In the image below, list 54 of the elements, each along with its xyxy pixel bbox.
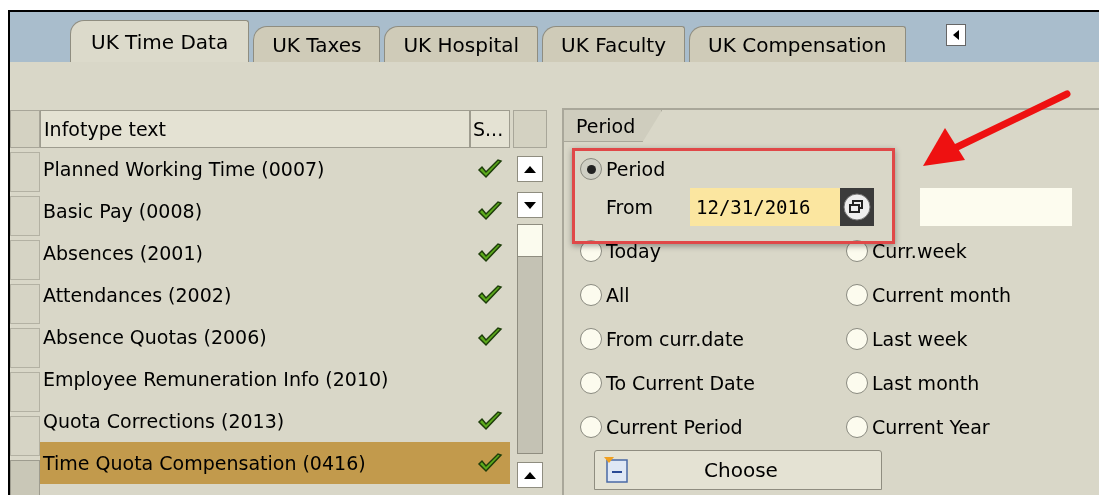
- window-icon: [842, 192, 872, 222]
- field-label: From: [606, 194, 655, 220]
- tab[interactable]: UK Time Data: [70, 20, 250, 62]
- radio-option[interactable]: Current Year: [846, 412, 1099, 442]
- selected-table-row[interactable]: Time Quota Compensation (0416): [40, 442, 510, 484]
- radio-option[interactable]: From curr.date: [580, 324, 846, 354]
- radio-option[interactable]: Last month: [846, 368, 1099, 398]
- filter-list-icon: [603, 456, 631, 484]
- scroll-down-button[interactable]: [517, 192, 543, 218]
- row-selector[interactable]: [10, 152, 40, 192]
- tab[interactable]: UK Hospital: [384, 26, 539, 62]
- radio-option[interactable]: Current month: [846, 280, 1099, 310]
- tab[interactable]: UK Faculty: [542, 26, 686, 62]
- tab[interactable]: UK Taxes: [253, 26, 381, 62]
- choose-button[interactable]: Choose: [594, 450, 882, 490]
- row-selector[interactable]: [10, 460, 40, 495]
- table-cell-text: Quota Corrections (2013): [42, 408, 286, 434]
- row-selector[interactable]: [10, 372, 40, 412]
- radio-option[interactable]: To Current Date: [580, 368, 846, 398]
- group-title: Period: [564, 110, 663, 142]
- scroll-left-button[interactable]: [945, 24, 966, 46]
- table-cell-text: Absences (2001): [42, 240, 204, 266]
- row-selector[interactable]: [10, 240, 40, 280]
- table-cell-text: Time Quota Compensation (0416): [42, 450, 367, 476]
- up-triangle-icon: [524, 165, 536, 173]
- down-triangle-icon: [524, 201, 536, 209]
- table-cell-text: Employee Remuneration Info (2010): [42, 366, 390, 392]
- column-header[interactable]: S...: [470, 110, 510, 148]
- table-cell-text: Attendances (2002): [42, 282, 233, 308]
- column-header[interactable]: Infotype text: [40, 110, 470, 148]
- table-cell-text: Absence Quotas (2006): [42, 324, 268, 350]
- row-selector[interactable]: [10, 328, 40, 368]
- row-selector[interactable]: [10, 196, 40, 236]
- calendar-button[interactable]: [840, 188, 874, 226]
- header-corner-cell: [513, 110, 547, 148]
- up-triangle-icon: [524, 471, 536, 479]
- scroll-up-button[interactable]: [517, 462, 543, 488]
- scroll-up-button[interactable]: [517, 156, 543, 182]
- left-triangle-icon: [951, 30, 960, 40]
- radio-option[interactable]: Period: [580, 154, 1099, 184]
- tab[interactable]: UK Compensation: [689, 26, 906, 62]
- row-selector[interactable]: [10, 416, 40, 456]
- radio-option[interactable]: All: [580, 280, 846, 310]
- radio-option[interactable]: Today: [580, 236, 846, 266]
- row-selector[interactable]: [10, 284, 40, 324]
- scrollbar-track[interactable]: [517, 224, 543, 454]
- radio-option[interactable]: Current Period: [580, 412, 846, 442]
- scrollbar-thumb[interactable]: [518, 225, 542, 257]
- table-cell-text: Basic Pay (0008): [42, 198, 204, 224]
- input-field[interactable]: [920, 188, 1072, 226]
- radio-option[interactable]: Last week: [846, 324, 1099, 354]
- radio-option[interactable]: Curr.week: [846, 236, 1099, 266]
- date-field[interactable]: 12/31/2016: [690, 188, 840, 226]
- table-cell-text: Planned Working Time (0007): [42, 156, 326, 182]
